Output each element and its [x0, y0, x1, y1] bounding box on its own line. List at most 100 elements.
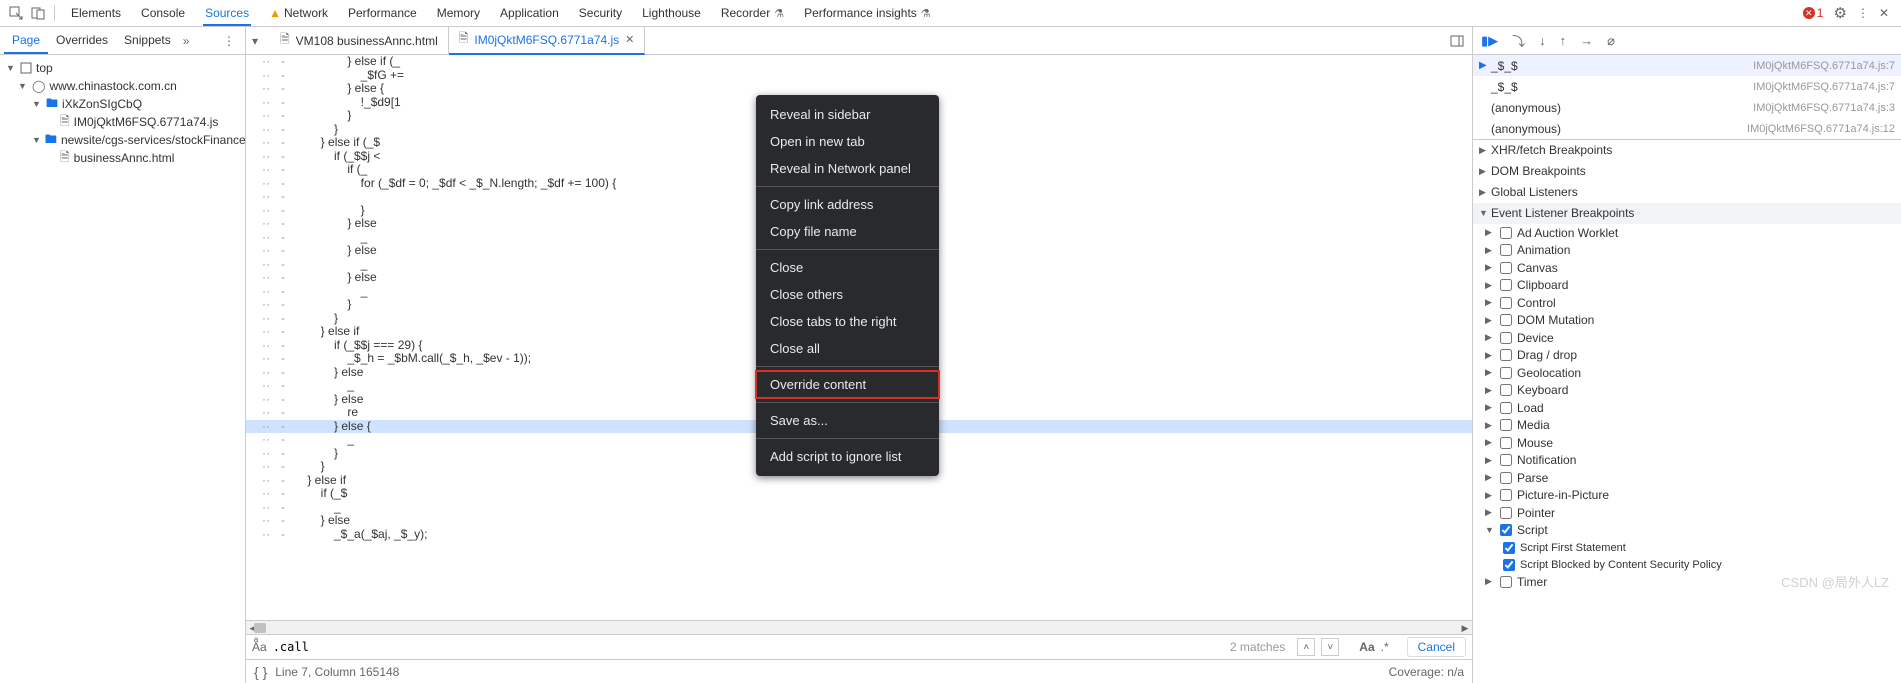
- ctx-copy-link-address[interactable]: Copy link address: [756, 191, 939, 218]
- fold-marker[interactable]: -: [276, 298, 290, 312]
- event-cat-checkbox[interactable]: [1500, 227, 1512, 239]
- fold-marker[interactable]: -: [276, 366, 290, 380]
- top-tab-network[interactable]: ▲Network: [259, 1, 338, 25]
- error-count[interactable]: ✕1: [1803, 6, 1824, 20]
- fold-marker[interactable]: -: [276, 96, 290, 110]
- code-line[interactable]: ··- } else {: [246, 82, 1472, 96]
- event-cat-checkbox[interactable]: [1500, 507, 1512, 519]
- fold-marker[interactable]: -: [276, 163, 290, 177]
- event-cat-checkbox[interactable]: [1500, 367, 1512, 379]
- pretty-print-icon[interactable]: { }: [254, 664, 267, 680]
- ctx-close-tabs-to-the-right[interactable]: Close tabs to the right: [756, 308, 939, 335]
- code-line[interactable]: ··- } else if (_: [246, 55, 1472, 69]
- fold-marker[interactable]: -: [276, 82, 290, 96]
- event-cat-checkbox[interactable]: [1500, 524, 1512, 536]
- device-toggle-icon[interactable]: [28, 3, 48, 23]
- fold-marker[interactable]: -: [276, 55, 290, 69]
- top-tab-elements[interactable]: Elements: [61, 1, 131, 25]
- fold-marker[interactable]: -: [276, 514, 290, 528]
- fold-marker[interactable]: -: [276, 447, 290, 461]
- tree-file-js[interactable]: 🗎IM0jQktM6FSQ.6771a74.js: [0, 113, 245, 131]
- event-cat-checkbox[interactable]: [1500, 349, 1512, 361]
- fold-marker[interactable]: -: [276, 204, 290, 218]
- fold-marker[interactable]: -: [276, 271, 290, 285]
- scroll-right-icon[interactable]: ▶: [1458, 621, 1472, 635]
- fold-marker[interactable]: -: [276, 177, 290, 191]
- tree-domain[interactable]: ▼◯www.chinastock.com.cn: [0, 77, 245, 95]
- search-input[interactable]: [273, 640, 1224, 654]
- close-tab-icon[interactable]: ✕: [625, 33, 634, 46]
- event-cat-checkbox[interactable]: [1500, 384, 1512, 396]
- event-cat-checkbox[interactable]: [1500, 489, 1512, 501]
- ctx-override-content[interactable]: Override content: [756, 371, 939, 398]
- code-line[interactable]: ··- _$fG +=: [246, 69, 1472, 83]
- fold-marker[interactable]: -: [276, 217, 290, 231]
- callstack-frame[interactable]: _$_$IM0jQktM6FSQ.6771a74.js:7: [1473, 76, 1901, 97]
- ctx-reveal-in-network-panel[interactable]: Reveal in Network panel: [756, 155, 939, 182]
- fold-marker[interactable]: -: [276, 487, 290, 501]
- event-cat-dom-mutation[interactable]: ▶DOM Mutation: [1473, 312, 1901, 330]
- scroll-thumb[interactable]: [254, 623, 266, 633]
- callstack-frame[interactable]: ▶_$_$IM0jQktM6FSQ.6771a74.js:7: [1473, 55, 1901, 76]
- fold-marker[interactable]: -: [276, 136, 290, 150]
- deactivate-breakpoints-icon[interactable]: ⌀: [1607, 33, 1615, 49]
- event-cat-checkbox[interactable]: [1500, 297, 1512, 309]
- tree-top[interactable]: ▼top: [0, 59, 245, 77]
- regex-toggle-icon[interactable]: Aͣa: [252, 640, 267, 654]
- bp-section-global-listeners[interactable]: ▶Global Listeners: [1473, 182, 1901, 203]
- inspect-icon[interactable]: [6, 3, 26, 23]
- event-cat-pointer[interactable]: ▶Pointer: [1473, 504, 1901, 522]
- fold-marker[interactable]: -: [276, 528, 290, 542]
- step-icon[interactable]: →: [1580, 33, 1593, 48]
- event-sub-checkbox[interactable]: [1503, 542, 1515, 554]
- event-cat-timer[interactable]: ▶Timer: [1473, 573, 1901, 591]
- top-tab-recorder[interactable]: Recorder⚗: [711, 1, 794, 25]
- event-cat-checkbox[interactable]: [1500, 279, 1512, 291]
- navigator-menu-icon[interactable]: ⋮: [217, 34, 241, 48]
- fold-marker[interactable]: -: [276, 420, 290, 434]
- event-cat-notification[interactable]: ▶Notification: [1473, 452, 1901, 470]
- event-cat-animation[interactable]: ▶Animation: [1473, 242, 1901, 260]
- resume-icon[interactable]: ▮▶: [1481, 33, 1498, 49]
- top-tab-sources[interactable]: Sources: [195, 1, 259, 25]
- file-tab[interactable]: 🗎VM108 businessAnnc.html: [270, 27, 449, 55]
- top-tab-lighthouse[interactable]: Lighthouse: [632, 1, 711, 25]
- nav-tab-overrides[interactable]: Overrides: [48, 28, 116, 54]
- fold-marker[interactable]: -: [276, 150, 290, 164]
- ctx-save-as-[interactable]: Save as...: [756, 407, 939, 434]
- horizontal-scrollbar[interactable]: ◀ ▶: [246, 620, 1472, 634]
- event-cat-keyboard[interactable]: ▶Keyboard: [1473, 382, 1901, 400]
- event-cat-checkbox[interactable]: [1500, 262, 1512, 274]
- bp-section-event-listener-breakpoints[interactable]: ▼Event Listener Breakpoints: [1473, 203, 1901, 224]
- code-line[interactable]: ··- _$_a(_$aj, _$_y);: [246, 528, 1472, 542]
- event-cat-clipboard[interactable]: ▶Clipboard: [1473, 277, 1901, 295]
- event-sub-checkbox[interactable]: [1503, 559, 1515, 571]
- fold-marker[interactable]: -: [276, 231, 290, 245]
- event-cat-checkbox[interactable]: [1500, 402, 1512, 414]
- toggle-sidebar-icon[interactable]: [1450, 34, 1464, 48]
- event-cat-canvas[interactable]: ▶Canvas: [1473, 259, 1901, 277]
- event-sub-script-blocked-by-content-security-policy[interactable]: Script Blocked by Content Security Polic…: [1473, 556, 1901, 573]
- fold-marker[interactable]: -: [276, 433, 290, 447]
- event-cat-geolocation[interactable]: ▶Geolocation: [1473, 364, 1901, 382]
- ctx-copy-file-name[interactable]: Copy file name: [756, 218, 939, 245]
- ctx-close-others[interactable]: Close others: [756, 281, 939, 308]
- fold-marker[interactable]: -: [276, 285, 290, 299]
- event-cat-mouse[interactable]: ▶Mouse: [1473, 434, 1901, 452]
- settings-icon[interactable]: ⚙: [1833, 4, 1846, 22]
- event-cat-checkbox[interactable]: [1500, 437, 1512, 449]
- regex-toggle[interactable]: .*: [1381, 640, 1389, 654]
- event-cat-media[interactable]: ▶Media: [1473, 417, 1901, 435]
- event-cat-picture-in-picture[interactable]: ▶Picture-in-Picture: [1473, 487, 1901, 505]
- code-editor[interactable]: ··- } else if (_··- _$fG +=··- } else { ·…: [246, 55, 1472, 620]
- event-cat-checkbox[interactable]: [1500, 314, 1512, 326]
- files-dropdown-icon[interactable]: ▾: [252, 34, 268, 48]
- event-cat-checkbox[interactable]: [1500, 332, 1512, 344]
- ctx-close-all[interactable]: Close all: [756, 335, 939, 362]
- fold-marker[interactable]: -: [276, 474, 290, 488]
- fold-marker[interactable]: -: [276, 244, 290, 258]
- cancel-button[interactable]: Cancel: [1407, 637, 1466, 657]
- event-cat-checkbox[interactable]: [1500, 419, 1512, 431]
- top-tab-console[interactable]: Console: [131, 1, 195, 25]
- fold-marker[interactable]: -: [276, 123, 290, 137]
